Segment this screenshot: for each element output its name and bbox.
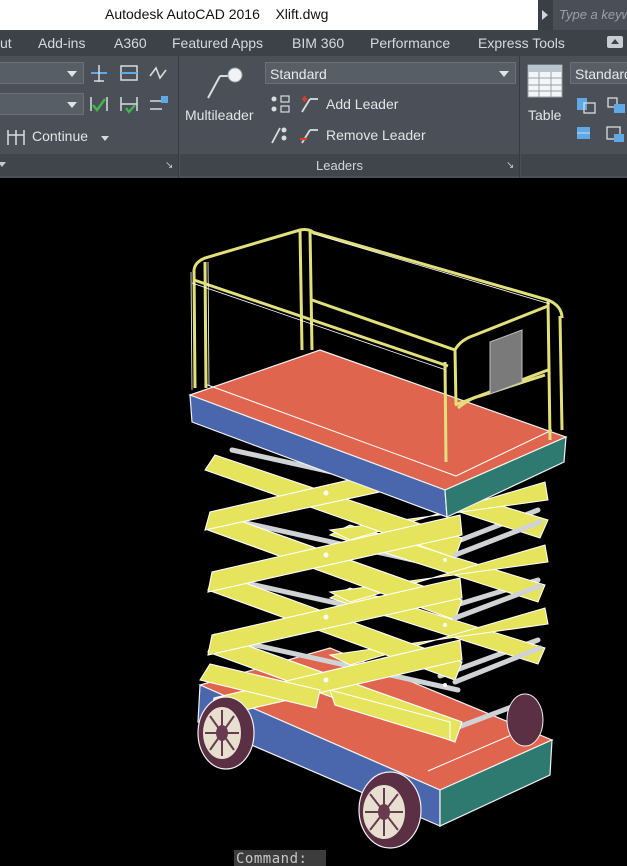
search-placeholder: Type a keyw (559, 7, 627, 22)
tab-bim-360[interactable]: BIM 360 (292, 35, 344, 51)
scissor-lift-model (188, 228, 568, 849)
tab-performance[interactable]: Performance (370, 35, 450, 51)
multileader-button[interactable]: Multileader (185, 107, 253, 123)
wheel-back-left (197, 696, 255, 770)
dim-style-dropdown[interactable] (0, 62, 84, 84)
remove-leader-button[interactable]: Remove Leader (326, 127, 426, 143)
panel-separator (519, 56, 520, 178)
command-prompt: Command: (236, 851, 308, 866)
search-input[interactable]: Type a keyw (553, 0, 627, 30)
dimensions-panel-footer (0, 154, 178, 176)
baseline-dim-icon[interactable] (118, 62, 140, 84)
panel-separator (178, 56, 179, 178)
add-leader-button[interactable]: Add Leader (326, 96, 398, 112)
ribbon: Continue ↘ Multileader Standard Add Lead… (0, 56, 627, 178)
tab-featured-apps[interactable]: Featured Apps (172, 35, 263, 51)
chevron-down-icon (67, 102, 77, 108)
wheel-front-left (358, 771, 422, 849)
jogged-line-icon[interactable] (148, 62, 170, 84)
table-style-value: Standard (575, 66, 627, 82)
chevron-down-icon (67, 71, 77, 77)
window-title: Autodesk AutoCAD 2016 Xlift.dwg (105, 6, 329, 22)
leaders-dialog-launcher-icon[interactable]: ↘ (506, 160, 514, 171)
ribbon-tab-bar: ut Add-ins A360 Featured Apps BIM 360 Pe… (0, 30, 627, 56)
table-style-dropdown[interactable]: Standard (570, 62, 627, 84)
data-link-icon[interactable] (605, 95, 627, 115)
inspect-dim-icon[interactable] (118, 93, 140, 115)
tab-add-ins[interactable]: Add-ins (38, 35, 85, 51)
collect-leaders-icon[interactable] (268, 124, 292, 146)
continue-dim-icon[interactable] (6, 127, 28, 147)
adjust-space-icon[interactable] (148, 93, 170, 115)
drawing-area[interactable] (0, 178, 627, 866)
dimensions-dialog-launcher-icon[interactable]: ↘ (165, 160, 173, 171)
extract-data-icon[interactable] (575, 95, 597, 115)
multileader-icon[interactable] (198, 62, 246, 102)
tab-a360[interactable]: A360 (114, 35, 147, 51)
table-icon[interactable] (527, 64, 563, 98)
wheel-back-right (506, 693, 544, 747)
linear-dim-icon[interactable] (88, 62, 110, 84)
chevron-down-icon[interactable] (101, 136, 109, 141)
chevron-down-icon (499, 71, 509, 77)
tab-express-tools[interactable]: Express Tools (478, 35, 565, 51)
break-dim-icon[interactable] (88, 93, 110, 115)
tables-panel-footer (521, 154, 627, 176)
continue-button[interactable]: Continue (32, 128, 88, 144)
upload-to-source-icon[interactable] (605, 124, 627, 144)
ribbon-minimize-button[interactable] (607, 36, 623, 48)
add-leader-icon[interactable] (298, 93, 322, 115)
table-button[interactable]: Table (528, 107, 561, 123)
multileader-style-value: Standard (270, 66, 327, 82)
title-bar: Autodesk AutoCAD 2016 Xlift.dwg Type a k… (0, 0, 627, 30)
tab-layout[interactable]: ut (0, 35, 12, 51)
leaders-panel-title: Leaders (316, 158, 363, 173)
multileader-style-dropdown[interactable]: Standard (265, 62, 516, 84)
search-expand-button[interactable] (538, 0, 553, 30)
command-line[interactable]: Command: (234, 850, 326, 866)
align-leaders-icon[interactable] (268, 93, 292, 115)
dim-layer-dropdown[interactable] (0, 93, 84, 115)
chevron-down-icon[interactable] (0, 162, 6, 167)
remove-leader-icon[interactable] (298, 124, 322, 146)
download-from-source-icon[interactable] (575, 124, 597, 144)
